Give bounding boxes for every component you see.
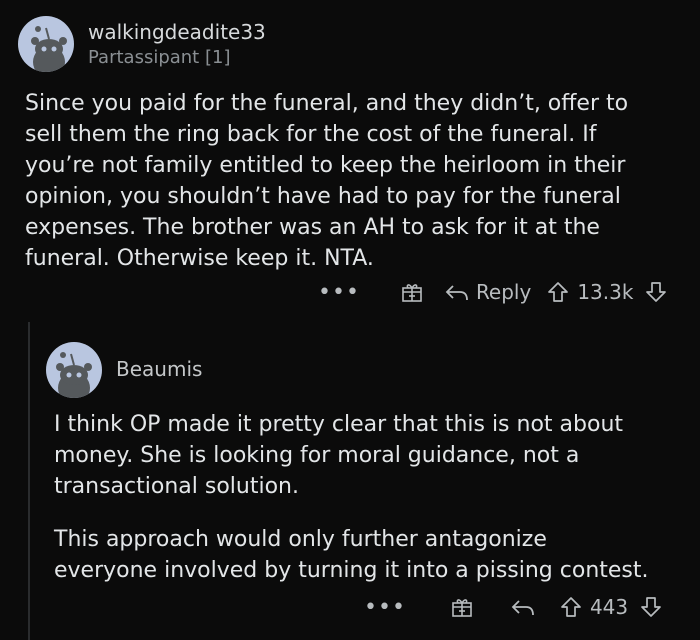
comment-line: everyone involved by turning it into a p…	[54, 558, 649, 583]
upvote-button[interactable]	[560, 595, 582, 619]
award-button[interactable]	[400, 280, 424, 304]
vote-score: 13.3k	[577, 280, 634, 304]
snoo-avatar-icon	[56, 352, 92, 398]
comment-line: expenses. The brother was an AH to ask f…	[25, 215, 600, 240]
comment-line: transactional solution.	[54, 474, 299, 499]
gift-icon	[402, 284, 422, 302]
reply-arrow-icon	[445, 285, 468, 301]
comment-line: I think OP made it pretty clear that thi…	[54, 412, 624, 437]
comment-line: you’re not family entitled to keep the h…	[25, 153, 626, 178]
comment-body: Since you paid for the funeral, and they…	[25, 88, 628, 274]
downvote-button[interactable]	[640, 595, 662, 619]
comment-line: money. She is looking for moral guidance…	[54, 443, 580, 468]
user-flair: Partassipant [1]	[88, 47, 231, 68]
comment-actions: ••• 443	[364, 592, 662, 622]
more-options-button[interactable]: •••	[318, 280, 360, 305]
upvote-button[interactable]	[547, 280, 569, 304]
downvote-icon	[646, 282, 667, 302]
reply-button[interactable]: Reply	[444, 280, 531, 304]
reply-arrow-icon	[511, 600, 534, 616]
user-avatar[interactable]	[46, 342, 102, 398]
username[interactable]: walkingdeadite33	[88, 20, 266, 44]
comment-body: This approach would only further antagon…	[54, 524, 649, 586]
downvote-button[interactable]	[645, 280, 667, 304]
upvote-icon	[561, 597, 581, 617]
award-button[interactable]	[450, 595, 474, 619]
snoo-avatar-icon	[31, 26, 67, 72]
downvote-icon	[641, 597, 661, 617]
comment-line: Since you paid for the funeral, and they…	[25, 91, 629, 116]
reply-button[interactable]	[510, 596, 536, 618]
thread-line[interactable]	[28, 322, 30, 640]
reply-label: Reply	[475, 280, 532, 304]
more-options-button[interactable]: •••	[364, 595, 406, 620]
user-avatar[interactable]	[18, 16, 74, 72]
comment-actions: ••• Reply 13.3k	[318, 277, 667, 307]
comment-line: This approach would only further antagon…	[54, 527, 547, 552]
upvote-icon	[548, 282, 569, 302]
username[interactable]: Beaumis	[116, 357, 202, 381]
gift-icon	[452, 599, 472, 617]
comment-line: funeral. Otherwise keep it. NTA.	[25, 246, 374, 271]
comment-line: opinion, you shouldn’t have had to pay f…	[25, 184, 621, 209]
vote-score: 443	[589, 595, 629, 619]
comment-body: I think OP made it pretty clear that thi…	[54, 409, 623, 502]
comment-line: sell them the ring back for the cost of …	[25, 122, 597, 147]
